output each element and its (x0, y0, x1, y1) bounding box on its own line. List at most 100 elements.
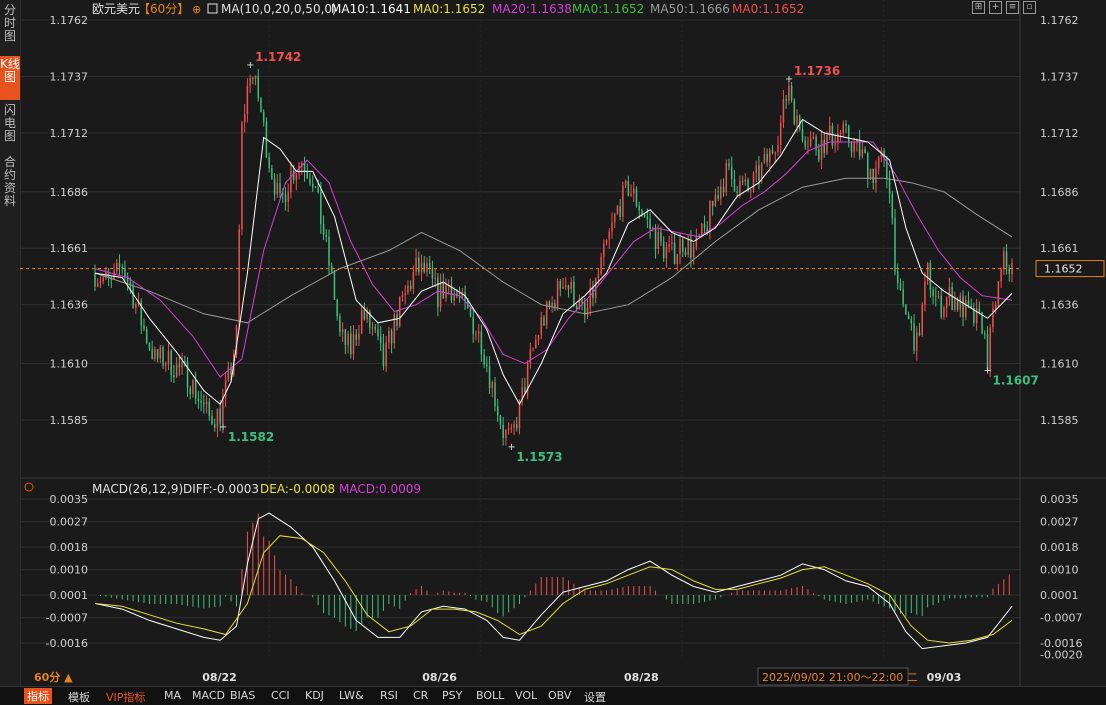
annotation-marker: + (785, 74, 793, 85)
macd-tick-left: 0.0010 (50, 564, 89, 577)
candle-body (643, 214, 646, 217)
candle-body (205, 401, 208, 404)
indicator-tab[interactable]: CR (413, 689, 428, 702)
indicator-tab[interactable]: MACD (192, 689, 225, 702)
indicator-tab[interactable]: VIP指标 (106, 689, 145, 705)
candle-body (559, 281, 562, 289)
candle-body (613, 213, 616, 223)
tab-timeshare[interactable]: 分时图 (0, 4, 20, 44)
candle-body (943, 307, 945, 317)
candle-body (262, 112, 265, 122)
candle-body (260, 98, 262, 113)
candle-body (902, 289, 904, 305)
indicator-tab[interactable]: 模板 (68, 689, 90, 705)
tab-flash-chart[interactable]: 闪电图 (0, 104, 20, 146)
candle-body (116, 262, 118, 271)
candle-body (627, 180, 630, 196)
candle-body (581, 300, 583, 303)
candle-body (355, 334, 357, 340)
candle-body (279, 182, 281, 193)
candle-body (600, 256, 602, 274)
candle-body (899, 283, 902, 290)
ma0-value-2: MA0:1.1652 (572, 2, 644, 16)
candle-body (377, 329, 379, 337)
candle-body (238, 229, 240, 326)
list-icon[interactable]: ≡ (1006, 1, 1019, 14)
candle-body (703, 223, 706, 229)
tab-contract-info[interactable]: 合约资料 (0, 156, 20, 212)
candle-body (649, 218, 651, 229)
indicator-tab[interactable]: BOLL (476, 689, 504, 702)
candle-body (241, 122, 243, 230)
chart-area[interactable]: 1.1762 1.1762 1.1737 1.1737 1.1712 1.1712 1.16… (20, 0, 1106, 686)
candle-body (818, 149, 820, 160)
candle-body (164, 363, 167, 366)
candle-body (804, 140, 806, 147)
indicator-tab[interactable]: OBV (548, 689, 571, 702)
indicator-tab[interactable]: VOL (515, 689, 537, 702)
candle-body (113, 270, 115, 280)
indicator-tab[interactable]: 指标 (24, 688, 52, 704)
candle-body (249, 77, 251, 86)
indicator-tab[interactable]: KDJ (305, 689, 324, 702)
candle-body (758, 165, 760, 181)
candle-body (344, 329, 347, 345)
indicator-tab[interactable]: 设置 (584, 689, 606, 705)
candle-body (779, 122, 782, 146)
price-tick-left: 1.1762 (50, 14, 89, 27)
indicator-tab[interactable]: BIAS (230, 689, 255, 702)
time-axis-label: 08/22 (202, 671, 237, 684)
current-price-label: 1.1652 (1044, 263, 1083, 276)
candle-body (796, 115, 798, 124)
candle-body (662, 241, 665, 258)
candle-body (997, 281, 1000, 305)
indicator-icon (207, 3, 218, 14)
indicator-tab[interactable]: CCI (271, 689, 290, 702)
candle-body (203, 402, 205, 404)
candle-body (472, 317, 474, 335)
candle-body (739, 180, 741, 194)
candle-body (657, 232, 660, 250)
candle-body (428, 263, 431, 268)
price-annotation-low3: 1.1607 (993, 373, 1039, 387)
candle-body (869, 168, 872, 178)
indicator-tab[interactable]: LW& (339, 689, 364, 702)
price-annotation-low2: 1.1573 (516, 450, 562, 464)
candle-body (994, 304, 997, 309)
candle-body (543, 317, 545, 325)
tab-kline[interactable]: K线图 (0, 56, 20, 100)
candle-body (148, 342, 151, 349)
candle-body (257, 75, 260, 99)
macd-tick-left: 0.0035 (50, 493, 89, 506)
candle-body (393, 314, 396, 344)
zoom-in-icon[interactable]: + (989, 1, 1002, 14)
candle-body (480, 331, 483, 355)
candle-body (143, 325, 145, 330)
ma0-value-1: MA0:1.1652 (413, 2, 485, 16)
indicator-tab[interactable]: RSI (380, 689, 398, 702)
candle-body (434, 277, 436, 279)
candle-body (227, 367, 230, 381)
candle-body (733, 179, 736, 192)
candle-body (951, 287, 953, 311)
indicator-tab[interactable]: PSY (442, 689, 462, 702)
candle-body (769, 150, 771, 162)
candle-body (597, 273, 600, 279)
macd-tick-right: 0.0018 (1040, 541, 1079, 554)
candle-body (570, 281, 572, 290)
indicator-tab[interactable]: MA (164, 689, 181, 702)
candle-body (102, 277, 104, 282)
ma-title: MA(10,0,20,0,50,0) (221, 2, 337, 16)
candle-body (907, 314, 910, 320)
candle-body (891, 194, 894, 219)
time-axis-label: 08/26 (422, 671, 457, 684)
candle-body (603, 243, 605, 257)
candle-body (407, 285, 409, 294)
candle-body (676, 254, 679, 265)
diff-line (94, 512, 1013, 650)
candle-body (314, 187, 317, 189)
crosshair-icon[interactable]: ⊞ (972, 1, 985, 14)
candle-body (491, 382, 494, 389)
candle-body (660, 232, 662, 242)
expand-icon[interactable]: ▫ (1023, 1, 1036, 14)
